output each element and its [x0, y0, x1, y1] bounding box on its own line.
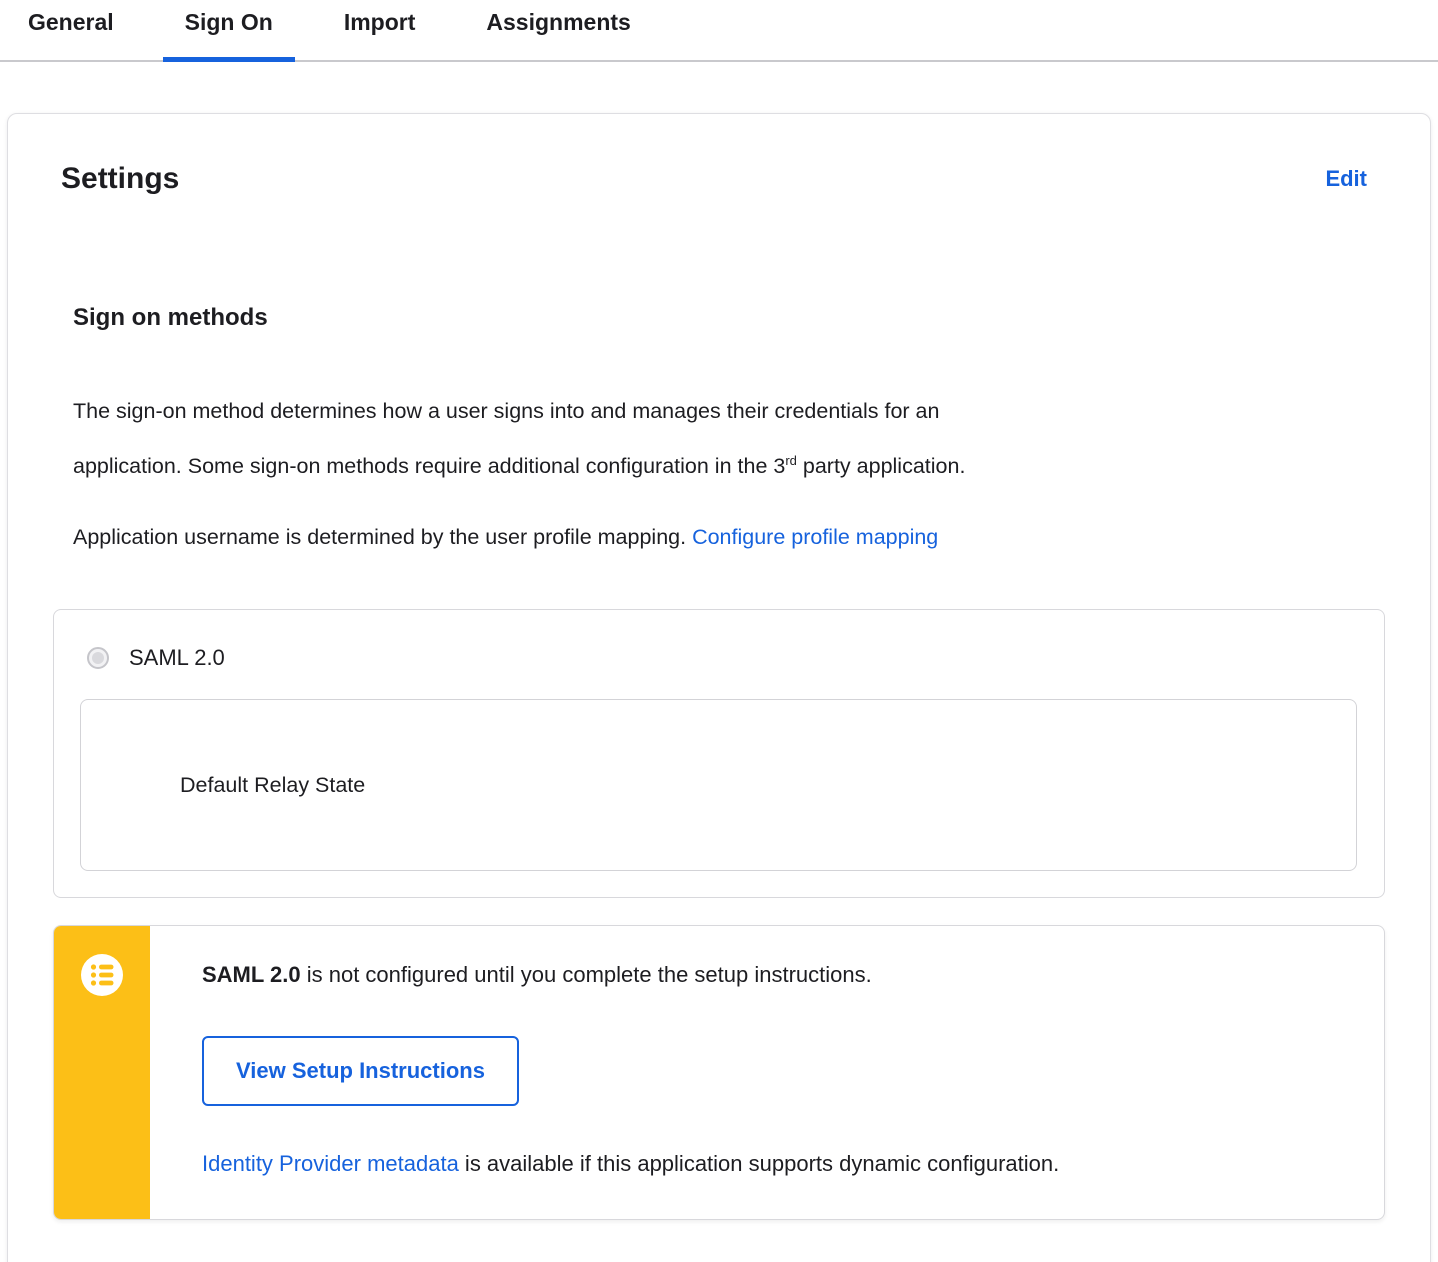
metadata-note-text: is available if this application support…: [458, 1151, 1060, 1177]
description-line-2: application. Some sign-on methods requir…: [73, 453, 966, 479]
sign-on-method-description: The sign-on method determines how a user…: [73, 387, 1365, 491]
saml-radio-button[interactable]: [87, 647, 109, 670]
saml-radio-label: SAML 2.0: [129, 645, 225, 671]
list-icon: [80, 953, 124, 1002]
sign-on-methods-heading: Sign on methods: [73, 304, 268, 331]
tab-import[interactable]: Import: [322, 0, 438, 60]
tab-sign-on[interactable]: Sign On: [162, 0, 296, 62]
edit-link[interactable]: Edit: [1325, 166, 1367, 192]
radio-dot: [92, 652, 104, 665]
callout-message: SAML 2.0 is not configured until you com…: [202, 960, 1344, 990]
username-mapping-text: Application username is determined by th…: [73, 525, 693, 550]
tab-general[interactable]: General: [6, 0, 136, 60]
callout-message-bold: SAML 2.0: [202, 962, 301, 988]
default-relay-state-box: Default Relay State: [80, 699, 1357, 872]
metadata-note: Identity Provider metadata is available …: [202, 1149, 1344, 1179]
view-setup-instructions-button[interactable]: View Setup Instructions: [202, 1036, 519, 1107]
default-relay-state-label: Default Relay State: [180, 772, 366, 797]
username-mapping-description: Application username is determined by th…: [73, 513, 1365, 562]
app-tab-bar: General Sign On Import Assignments: [0, 0, 1438, 62]
callout-message-rest: is not configured until you complete the…: [300, 962, 872, 988]
configure-profile-mapping-link[interactable]: Configure profile mapping: [692, 525, 938, 549]
tab-assignments[interactable]: Assignments: [464, 0, 652, 60]
saml-radio-row: SAML 2.0: [54, 610, 1384, 672]
description-line-1: The sign-on method determines how a user…: [73, 399, 940, 423]
setup-instructions-callout: SAML 2.0 is not configured until you com…: [53, 925, 1385, 1221]
page-title: Settings: [61, 162, 180, 195]
saml-method-box: SAML 2.0 Default Relay State: [53, 609, 1385, 899]
callout-content: SAML 2.0 is not configured until you com…: [150, 926, 1384, 1219]
callout-accent-bar: [54, 926, 150, 1220]
settings-card-header: Settings Edit: [8, 114, 1430, 201]
identity-provider-metadata-link[interactable]: Identity Provider metadata: [202, 1151, 459, 1176]
settings-card: Settings Edit Sign on methods The sign-o…: [7, 113, 1431, 1262]
ordinal-superscript: rd: [785, 453, 797, 468]
